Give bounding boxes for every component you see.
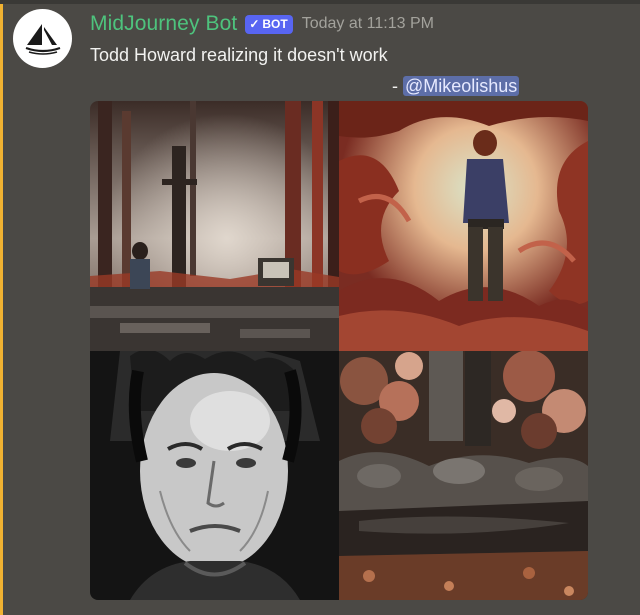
- bot-badge: ✓ BOT: [245, 14, 293, 34]
- image-grid[interactable]: [90, 101, 588, 600]
- generated-image-4[interactable]: [339, 351, 588, 600]
- mention-highlight-bar: [0, 4, 3, 615]
- mention-prefix: -: [392, 76, 403, 96]
- author-name[interactable]: MidJourney Bot: [90, 12, 237, 36]
- sailboat-icon: [25, 23, 60, 55]
- generated-image-2[interactable]: [339, 101, 588, 351]
- avatar[interactable]: [13, 9, 72, 68]
- generated-image-1[interactable]: [90, 101, 339, 351]
- bot-badge-label: BOT: [262, 17, 288, 31]
- mention-line: - @Mikeolishus: [392, 76, 520, 97]
- user-mention[interactable]: @Mikeolishus: [403, 76, 520, 96]
- timestamp[interactable]: Today at 11:13 PM: [302, 15, 434, 33]
- checkmark-icon: ✓: [249, 17, 260, 31]
- generated-image-3[interactable]: [90, 351, 339, 600]
- message-header: MidJourney Bot ✓ BOT Today at 11:13 PM: [90, 10, 434, 38]
- message-text: Todd Howard realizing it doesn't work: [90, 45, 388, 65]
